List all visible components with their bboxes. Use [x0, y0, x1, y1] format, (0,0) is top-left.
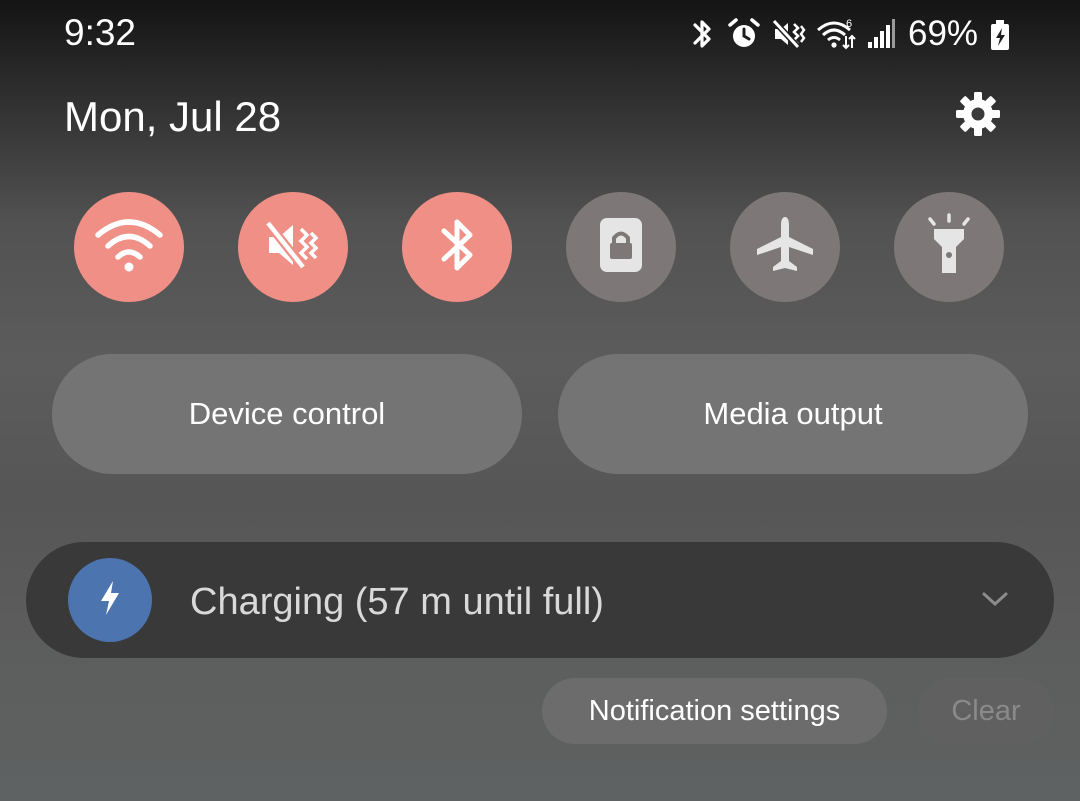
portrait-lock-icon — [596, 215, 646, 280]
wifi-icon — [94, 215, 164, 280]
battery-charging-icon — [988, 16, 1012, 52]
date-label: Mon, Jul 28 — [64, 93, 282, 140]
charging-icon-badge — [68, 558, 152, 642]
media-output-button[interactable]: Media output — [558, 354, 1028, 474]
bluetooth-icon — [688, 16, 716, 52]
settings-button[interactable] — [954, 90, 1002, 138]
battery-percentage: 69% — [908, 14, 979, 53]
gear-icon — [954, 92, 1002, 142]
wifi-6-icon: 6 — [816, 16, 856, 52]
bluetooth-toggle[interactable] — [402, 192, 512, 302]
screen-lock-toggle[interactable] — [566, 192, 676, 302]
notification-settings-button[interactable]: Notification settings — [542, 678, 887, 744]
bluetooth-icon — [432, 213, 482, 282]
clear-label: Clear — [951, 694, 1021, 727]
wifi-toggle[interactable] — [74, 192, 184, 302]
chevron-down-icon — [980, 592, 1010, 614]
vibrate-icon — [772, 16, 806, 52]
status-icons: 6 69% — [688, 14, 1012, 54]
vibrate-icon — [263, 215, 323, 280]
alarm-icon — [726, 16, 762, 52]
lightning-icon — [95, 578, 125, 623]
airplane-icon — [753, 213, 817, 282]
expand-notification-button[interactable] — [980, 588, 1010, 610]
device-control-label: Device control — [188, 396, 386, 431]
svg-text:6: 6 — [846, 18, 852, 30]
flashlight-icon — [922, 212, 976, 282]
notification-settings-label: Notification settings — [588, 694, 841, 727]
vibrate-toggle[interactable] — [238, 192, 348, 302]
device-control-button[interactable]: Device control — [52, 354, 522, 474]
media-output-label: Media output — [703, 396, 883, 431]
flashlight-toggle[interactable] — [894, 192, 1004, 302]
clear-button[interactable]: Clear — [918, 678, 1054, 744]
airplane-mode-toggle[interactable] — [730, 192, 840, 302]
signal-icon — [866, 16, 896, 52]
status-time: 9:32 — [64, 12, 137, 53]
notification-text: Charging (57 m until full) — [190, 581, 604, 623]
